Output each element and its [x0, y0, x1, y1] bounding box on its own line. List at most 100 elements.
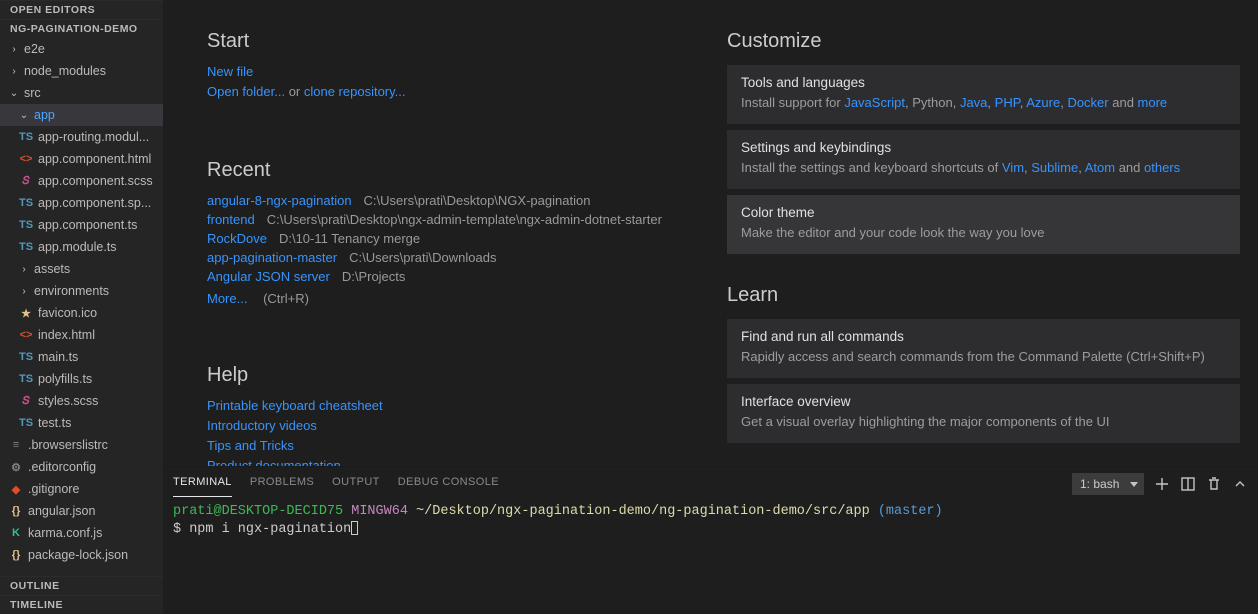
recent-item-link[interactable]: app-pagination-master [207, 250, 337, 265]
folder-node-modules[interactable]: › node_modules [0, 60, 163, 82]
keymap-atom-link[interactable]: Atom [1085, 160, 1115, 175]
file-editorconfig[interactable]: ⚙ .editorconfig [0, 456, 163, 478]
file-gitignore[interactable]: ◆ .gitignore [0, 478, 163, 500]
lang-php-link[interactable]: PHP [995, 95, 1020, 110]
chevron-right-icon: › [8, 44, 20, 55]
folder-assets[interactable]: › assets [0, 258, 163, 280]
file-index-html[interactable]: <> index.html [0, 324, 163, 346]
card-theme[interactable]: Color theme Make the editor and your cod… [727, 195, 1240, 254]
card-interface[interactable]: Interface overview Get a visual overlay … [727, 384, 1240, 443]
folder-app[interactable]: ⌄ app [0, 104, 163, 126]
card-title: Color theme [741, 205, 1226, 220]
list-icon: ≡ [8, 439, 24, 451]
chevron-down-icon: ⌄ [8, 88, 20, 99]
lang-java-link[interactable]: Java [960, 95, 987, 110]
help-heading: Help [207, 364, 687, 387]
tab-output[interactable]: OUTPUT [332, 472, 380, 497]
kill-terminal-icon[interactable] [1206, 476, 1222, 492]
file-app-component-spec[interactable]: TS app.component.sp... [0, 192, 163, 214]
terminal-output[interactable]: prati@DESKTOP-DECID75 MINGW64 ~/Desktop/… [163, 501, 1258, 614]
json-icon: {} [8, 505, 24, 517]
json-icon: {} [8, 549, 24, 561]
new-file-link[interactable]: New file [207, 64, 253, 79]
file-polyfills[interactable]: TS polyfills.ts [0, 368, 163, 390]
bottom-panel: TERMINAL PROBLEMS OUTPUT DEBUG CONSOLE 1… [163, 466, 1258, 614]
chevron-right-icon: › [18, 286, 30, 297]
lang-more-link[interactable]: more [1138, 95, 1168, 110]
file-package-lock[interactable]: {} package-lock.json [0, 544, 163, 566]
tab-debug-console[interactable]: DEBUG CONSOLE [398, 472, 499, 497]
keymap-others-link[interactable]: others [1144, 160, 1180, 175]
split-terminal-icon[interactable] [1180, 476, 1196, 492]
file-angular-json[interactable]: {} angular.json [0, 500, 163, 522]
ts-icon: TS [18, 373, 34, 385]
file-app-component-ts[interactable]: TS app.component.ts [0, 214, 163, 236]
ts-icon: TS [18, 197, 34, 209]
card-settings[interactable]: Settings and keybindings Install the set… [727, 130, 1240, 189]
favicon-icon: ★ [18, 307, 34, 320]
recent-item-link[interactable]: angular-8-ngx-pagination [207, 193, 352, 208]
lang-azure-link[interactable]: Azure [1026, 95, 1060, 110]
recent-more-key: (Ctrl+R) [263, 291, 309, 306]
file-styles-scss[interactable]: 𝑆 styles.scss [0, 390, 163, 412]
recent-heading: Recent [207, 159, 687, 182]
file-favicon[interactable]: ★ favicon.ico [0, 302, 163, 324]
outline-header[interactable]: OUTLINE [0, 576, 163, 595]
recent-item-link[interactable]: Angular JSON server [207, 269, 330, 284]
open-editors-header[interactable]: OPEN EDITORS [0, 0, 163, 19]
card-body: Make the editor and your code look the w… [741, 224, 1226, 242]
recent-item-link[interactable]: frontend [207, 212, 255, 227]
card-commands[interactable]: Find and run all commands Rapidly access… [727, 319, 1240, 378]
keymap-sublime-link[interactable]: Sublime [1031, 160, 1078, 175]
timeline-header[interactable]: TIMELINE [0, 595, 163, 614]
file-browserslist[interactable]: ≡ .browserslistrc [0, 434, 163, 456]
scss-icon: 𝑆 [18, 395, 34, 408]
clone-repo-link[interactable]: clone repository... [304, 84, 406, 99]
file-app-component-scss[interactable]: 𝑆 app.component.scss [0, 170, 163, 192]
html-icon: <> [18, 329, 34, 341]
panel-tabbar: TERMINAL PROBLEMS OUTPUT DEBUG CONSOLE 1… [163, 467, 1258, 501]
help-videos-link[interactable]: Introductory videos [207, 418, 317, 433]
learn-heading: Learn [727, 284, 1240, 307]
help-docs-link[interactable]: Product documentation [207, 458, 341, 466]
card-title: Settings and keybindings [741, 140, 1226, 155]
folder-environments[interactable]: › environments [0, 280, 163, 302]
file-app-module[interactable]: TS app.module.ts [0, 236, 163, 258]
maximize-panel-icon[interactable] [1232, 476, 1248, 492]
card-title: Find and run all commands [741, 329, 1226, 344]
recent-item-path: C:\Users\prati\Desktop\ngx-admin-templat… [267, 212, 662, 227]
card-body: Get a visual overlay highlighting the ma… [741, 413, 1226, 431]
help-tips-link[interactable]: Tips and Tricks [207, 438, 294, 453]
new-terminal-icon[interactable] [1154, 476, 1170, 492]
file-app-component-html[interactable]: <> app.component.html [0, 148, 163, 170]
main: Start New file Open folder... or clone r… [163, 0, 1258, 614]
project-header[interactable]: NG-PAGINATION-DEMO [0, 19, 163, 38]
folder-e2e[interactable]: › e2e [0, 38, 163, 60]
file-app-routing[interactable]: TS app-routing.modul... [0, 126, 163, 148]
recent-item-path: C:\Users\prati\Downloads [349, 250, 496, 265]
help-cheatsheet-link[interactable]: Printable keyboard cheatsheet [207, 398, 383, 413]
file-main-ts[interactable]: TS main.ts [0, 346, 163, 368]
sidebar: OPEN EDITORS NG-PAGINATION-DEMO › e2e › … [0, 0, 163, 614]
open-folder-link[interactable]: Open folder... [207, 84, 285, 99]
tab-terminal[interactable]: TERMINAL [173, 472, 232, 497]
tab-problems[interactable]: PROBLEMS [250, 472, 314, 497]
recent-item-path: D:\10-11 Tenancy merge [279, 231, 420, 246]
recent-item-path: D:\Projects [342, 269, 406, 284]
lang-docker-link[interactable]: Docker [1067, 95, 1108, 110]
folder-src[interactable]: ⌄ src [0, 82, 163, 104]
chevron-right-icon: › [18, 264, 30, 275]
file-test-ts[interactable]: TS test.ts [0, 412, 163, 434]
customize-heading: Customize [727, 30, 1240, 53]
recent-list: angular-8-ngx-pagination C:\Users\prati\D… [207, 192, 687, 308]
keymap-vim-link[interactable]: Vim [1002, 160, 1024, 175]
lang-js-link[interactable]: JavaScript [844, 95, 905, 110]
recent-more-link[interactable]: More... [207, 291, 247, 306]
file-karma[interactable]: K karma.conf.js [0, 522, 163, 544]
card-tools[interactable]: Tools and languages Install support for … [727, 65, 1240, 124]
start-heading: Start [207, 30, 687, 53]
terminal-select[interactable]: 1: bash [1072, 473, 1144, 495]
recent-item-path: C:\Users\prati\Desktop\NGX-pagination [364, 193, 591, 208]
file-tree: › e2e › node_modules ⌄ src ⌄ app TS app-… [0, 38, 163, 576]
recent-item-link[interactable]: RockDove [207, 231, 267, 246]
